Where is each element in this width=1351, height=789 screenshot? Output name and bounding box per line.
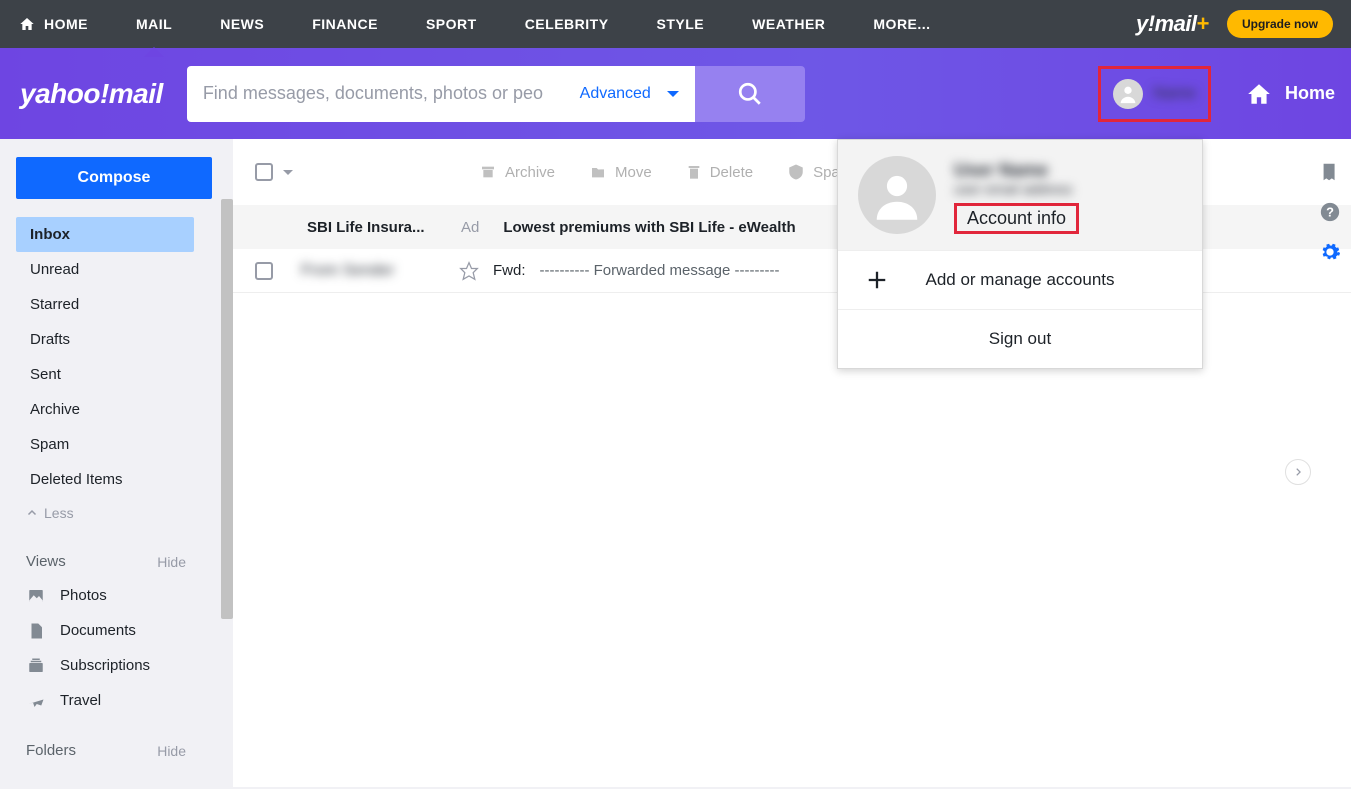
nav-celebrity[interactable]: CELEBRITY [501,0,633,48]
star-icon[interactable] [459,261,479,281]
home-right-label: Home [1285,83,1335,104]
chevron-right-icon [1293,466,1303,478]
subscriptions-icon [26,657,46,675]
nav-news[interactable]: NEWS [196,0,288,48]
folder-drafts[interactable]: Drafts [16,322,194,357]
search-area: Advanced [187,66,805,122]
upgrade-button[interactable]: Upgrade now [1227,10,1333,38]
compose-button[interactable]: Compose [16,157,212,199]
select-dropdown-icon[interactable] [283,170,293,180]
folder-inbox[interactable]: Inbox [16,217,194,252]
dropdown-username: User Name [954,160,1182,181]
advanced-search[interactable]: Advanced [580,85,651,103]
home-icon [1245,81,1273,107]
chevron-down-icon[interactable] [667,91,679,103]
app-shell: Compose Inbox Unread Starred Drafts Sent… [0,139,1351,787]
gear-icon[interactable] [1319,241,1341,263]
mail-from: From Sender [301,262,441,280]
svg-text:?: ? [1326,205,1334,220]
folder-deleted[interactable]: Deleted Items [16,462,194,497]
ad-sender: SBI Life Insura... [307,219,447,236]
nav-home[interactable]: HOME [18,0,112,48]
search-input[interactable] [203,83,580,104]
plus-icon [866,269,888,291]
folder-sent[interactable]: Sent [16,357,194,392]
person-icon [870,168,924,222]
search-button[interactable] [695,66,805,122]
top-navigation: HOME MAIL NEWS FINANCE SPORT CELEBRITY S… [0,0,1351,48]
views-header: Views Hide [16,553,196,570]
nav-weather[interactable]: WEATHER [728,0,849,48]
nav-mail[interactable]: MAIL [112,0,196,48]
search-box[interactable]: Advanced [187,66,695,122]
spam-icon [787,163,805,181]
mail-subject-label: Fwd: [493,262,526,279]
sidebar-scrollbar[interactable] [221,199,233,789]
view-subscriptions[interactable]: Subscriptions [16,648,196,683]
sign-out[interactable]: Sign out [838,309,1202,368]
nav-style[interactable]: STYLE [633,0,729,48]
nav-home-label: HOME [44,16,88,32]
yahoo-mail-logo[interactable]: yahoo!mail [20,78,163,110]
folder-spam[interactable]: Spam [16,427,194,462]
notepad-icon[interactable] [1319,161,1341,183]
archive-button[interactable]: Archive [465,164,569,181]
ad-subject: Lowest premiums with SBI Life - eWealth [503,219,795,236]
header-bar: yahoo!mail Advanced Name Home [0,48,1351,139]
view-documents[interactable]: Documents [16,613,196,648]
avatar-icon [1113,79,1143,109]
folder-unread[interactable]: Unread [16,252,194,287]
right-rail: ? [1309,139,1351,263]
travel-icon [26,692,46,710]
dropdown-email: user email address [954,181,1182,197]
view-travel[interactable]: Travel [16,683,196,718]
nav-finance[interactable]: FINANCE [288,0,402,48]
sidebar: Compose Inbox Unread Starred Drafts Sent… [0,139,233,787]
expand-right-rail[interactable] [1285,459,1311,485]
photos-icon [26,587,46,605]
profile-name: Name [1153,85,1196,103]
nav-more[interactable]: MORE... [849,0,954,48]
chevron-up-icon [26,507,38,519]
ad-label: Ad [461,219,479,236]
search-icon [737,81,763,107]
delete-button[interactable]: Delete [672,163,767,181]
delete-icon [686,163,702,181]
view-photos[interactable]: Photos [16,578,196,613]
documents-icon [26,622,46,640]
ymail-plus-logo: y!mail+ [1136,11,1209,37]
dropdown-header: User Name user email address Account inf… [838,140,1202,250]
less-toggle[interactable]: Less [16,497,233,529]
profile-trigger[interactable]: Name [1098,66,1211,122]
folder-archive[interactable]: Archive [16,392,194,427]
main-panel: Archive Move Delete Spam SBI Life Insura… [233,139,1351,787]
archive-icon [479,164,497,180]
help-icon[interactable]: ? [1319,201,1341,223]
add-manage-accounts[interactable]: Add or manage accounts [838,250,1202,309]
row-checkbox[interactable] [255,262,273,280]
select-all-checkbox[interactable] [255,163,273,181]
views-hide[interactable]: Hide [157,554,186,570]
folder-starred[interactable]: Starred [16,287,194,322]
folders-hide[interactable]: Hide [157,743,186,759]
move-icon [589,164,607,180]
move-button[interactable]: Move [575,164,666,181]
nav-sport[interactable]: SPORT [402,0,501,48]
profile-dropdown: User Name user email address Account inf… [837,139,1203,369]
avatar-large-icon [858,156,936,234]
home-icon [18,16,36,32]
account-info-link[interactable]: Account info [954,203,1079,234]
home-right[interactable]: Home [1245,81,1335,107]
person-icon [1117,83,1139,105]
mail-subject-body: ---------- Forwarded message --------- [540,262,780,279]
folders-header: Folders Hide [16,742,196,759]
